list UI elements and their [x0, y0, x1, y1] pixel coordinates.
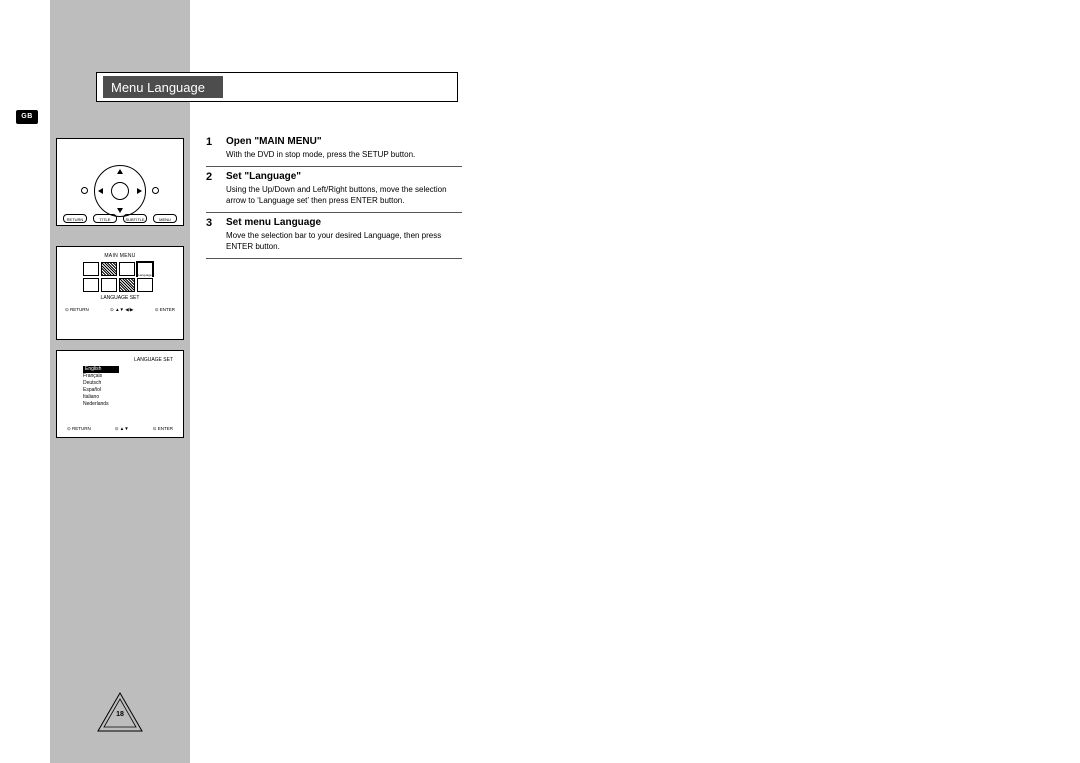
language-item: Español	[83, 387, 173, 394]
remote-btn-menu: MENU	[153, 214, 177, 223]
section-title: Menu Language	[103, 76, 223, 98]
main-menu-icon-grid: Language	[83, 262, 157, 292]
remote-btn-return: RETURN	[63, 214, 87, 223]
footer-nav: ▲▼	[115, 426, 129, 432]
arrow-down-icon	[117, 208, 123, 213]
language-set-screenshot: LANGUAGE SET English Français Deutsch Es…	[56, 350, 184, 438]
arrow-right-icon	[137, 188, 142, 194]
language-set-heading: LANGUAGE SET	[67, 357, 173, 363]
step-number: 1	[206, 136, 216, 160]
language-item-selected: English	[83, 366, 119, 373]
language-list: English Français Deutsch Español Italian…	[67, 366, 173, 408]
step-number: 3	[206, 217, 216, 252]
page-number-marker: 18	[96, 691, 144, 733]
section-title-box: Menu Language	[96, 72, 458, 102]
footer-return: RETURN	[67, 426, 91, 432]
step-text: With the DVD in stop mode, press the SET…	[226, 149, 462, 160]
main-menu-subtitle: LANGUAGE SET	[65, 295, 175, 301]
remote-btn-title: TITLE	[93, 214, 117, 223]
step-title: Open "MAIN MENU"	[226, 136, 462, 147]
step-text: Move the selection bar to your desired L…	[226, 230, 462, 252]
arrow-left-icon	[98, 188, 103, 194]
remote-enter-button	[111, 182, 129, 200]
step-number: 2	[206, 171, 216, 206]
language-item: Nederlands	[83, 401, 173, 408]
step-title: Set menu Language	[226, 217, 462, 228]
menu-icon	[119, 262, 135, 276]
main-menu-screenshot: MAIN MENU Language LANGUAGE SET RETURN ▲…	[56, 246, 184, 340]
step-text: Using the Up/Down and Left/Right buttons…	[226, 184, 462, 206]
step-title: Set "Language"	[226, 171, 462, 182]
menu-icon	[83, 262, 99, 276]
instruction-steps: 1 Open "MAIN MENU" With the DVD in stop …	[206, 132, 462, 259]
menu-icon-language-selected: Language	[137, 262, 153, 276]
footer-return: RETURN	[65, 307, 89, 313]
remote-illustration: RETURN TITLE SUBTITLE MENU	[56, 138, 184, 226]
step-2: 2 Set "Language" Using the Up/Down and L…	[206, 167, 462, 213]
arrow-up-icon	[117, 169, 123, 174]
manual-page: GB Menu Language RETURN TITLE SUBTITLE M…	[0, 0, 1080, 763]
language-item: Français	[83, 373, 173, 380]
remote-small-button-right	[152, 187, 159, 194]
menu-icon	[119, 278, 135, 292]
menu-icon	[83, 278, 99, 292]
language-item: Italiano	[83, 394, 173, 401]
step-1: 1 Open "MAIN MENU" With the DVD in stop …	[206, 132, 462, 167]
footer-enter: ENTER	[153, 426, 173, 432]
menu-icon	[137, 278, 153, 292]
main-menu-heading: MAIN MENU	[65, 253, 175, 259]
remote-button-row: RETURN TITLE SUBTITLE MENU	[57, 214, 183, 223]
main-menu-footer: RETURN ▲▼ ◀/▶ ENTER	[65, 307, 175, 313]
page-number: 18	[96, 711, 144, 718]
region-tab: GB	[16, 110, 38, 124]
step-3: 3 Set menu Language Move the selection b…	[206, 213, 462, 259]
remote-btn-subtitle: SUBTITLE	[123, 214, 147, 223]
footer-enter: ENTER	[155, 307, 175, 313]
menu-icon	[101, 278, 117, 292]
language-item: Deutsch	[83, 380, 173, 387]
language-set-footer: RETURN ▲▼ ENTER	[67, 426, 173, 432]
remote-dpad	[94, 165, 146, 217]
menu-icon	[101, 262, 117, 276]
footer-nav: ▲▼ ◀/▶	[110, 307, 133, 313]
remote-small-button-left	[81, 187, 88, 194]
